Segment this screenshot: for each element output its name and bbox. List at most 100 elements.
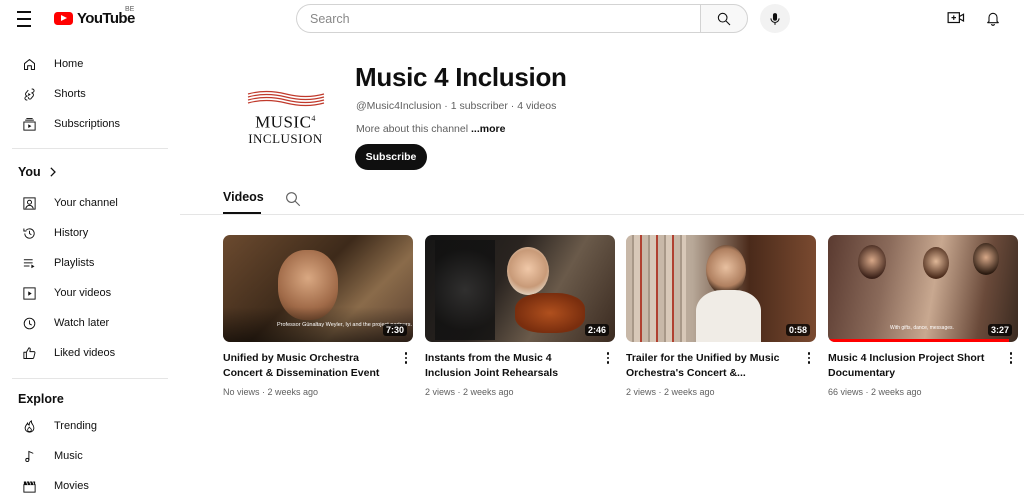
video-card: Professor Günaltay Weyler, Iyi and the p… [223,235,413,397]
country-code: BE [125,6,135,13]
video-meta: No views · 2 weeks ago [223,387,319,397]
video-card: 0:58 Trailer for the Unified by Music Or… [626,235,816,397]
sidebar-item-label: Watch later [54,317,110,329]
channel-logo-text-1: MUSIC4 [255,112,316,132]
more-options-icon[interactable] [806,351,812,365]
notifications-button[interactable] [983,8,1003,28]
video-thumbnail[interactable]: With gifts, dance, messages. 3:27 [828,235,1018,342]
shorts-icon [19,84,39,104]
clapperboard-icon [19,476,39,496]
sidebar-item-label: Home [54,58,84,70]
thumbnail-violin [515,293,585,333]
sidebar-item-your-videos[interactable]: Your videos [12,279,168,307]
sidebar-divider [12,378,168,379]
channel-title: Music 4 Inclusion [355,62,567,92]
watched-progress-bar [828,339,1009,342]
channel-logo-waves [247,90,324,106]
sidebar-item-history[interactable]: History [12,219,168,247]
sidebar-item-watch-later[interactable]: Watch later [12,309,168,337]
sidebar-item-home[interactable]: Home [12,50,168,78]
video-title[interactable]: Trailer for the Unified by Music Orchest… [626,351,798,381]
subscribe-button[interactable]: Subscribe [355,144,427,170]
chevron-right-icon [50,167,56,177]
top-bar: YouTube BE Search [0,0,1024,36]
create-button[interactable] [946,8,966,28]
search-input[interactable]: Search [296,4,701,33]
video-card: 2:46 Instants from the Music 4 Inclusion… [425,235,615,397]
sidebar-item-liked-videos[interactable]: Liked videos [12,339,168,367]
sidebar-item-label: Your channel [54,197,118,209]
channel-avatar: MUSIC4 INCLUSION [233,72,338,162]
search-placeholder: Search [310,11,350,26]
subscriptions-icon [19,114,39,134]
youtube-play-icon [54,11,73,25]
voice-search-button[interactable] [760,4,790,33]
thumbnail-person [923,247,949,279]
channel-about-link[interactable]: More about this channel ...more [356,123,505,135]
video-duration: 0:58 [785,324,810,336]
video-duration: 2:46 [584,324,609,336]
history-icon [19,223,39,243]
sidebar-you-heading[interactable]: You [18,165,56,179]
channel-meta: @Music4Inclusion · 1 subscriber · 4 vide… [356,100,557,112]
more-options-icon[interactable] [403,351,409,365]
sidebar-item-label: History [54,227,89,239]
tabs-divider [180,214,1024,215]
sidebar-divider [12,148,168,149]
video-meta: 2 views · 2 weeks ago [626,387,715,397]
sidebar-item-shorts[interactable]: Shorts [12,80,168,108]
sidebar-item-label: Playlists [54,257,95,269]
video-title[interactable]: Music 4 Inclusion Project Short Document… [828,351,1000,381]
music-note-icon [19,446,39,466]
sidebar-item-label: Music [54,450,83,462]
channel-search-icon[interactable] [284,190,302,208]
home-icon [19,54,39,74]
video-meta: 2 views · 2 weeks ago [425,387,514,397]
sidebar-item-trending[interactable]: Trending [12,412,168,440]
video-duration: 3:27 [987,324,1012,336]
sidebar-item-label: Trending [54,420,98,432]
video-thumbnail[interactable]: 0:58 [626,235,816,342]
sidebar-item-subscriptions[interactable]: Subscriptions [12,110,168,138]
sidebar-item-music[interactable]: Music [12,442,168,470]
video-duration: 7:30 [382,324,407,336]
sidebar-item-label: Shorts [54,88,86,100]
sidebar-item-playlists[interactable]: Playlists [12,249,168,277]
search-icon [717,12,731,25]
bell-icon [987,12,999,26]
sidebar-item-label: Subscriptions [54,118,121,130]
create-video-icon [947,12,965,24]
sidebar-item-movies[interactable]: Movies [12,472,168,496]
thumbnail-bookshelf [626,235,686,342]
video-thumbnail[interactable]: 2:46 [425,235,615,342]
thumbnail-caption: With gifts, dance, messages. [890,325,954,331]
video-title[interactable]: Unified by Music Orchestra Concert & Dis… [223,351,395,381]
sidebar-item-label: Liked videos [54,347,116,359]
channel-logo-text-2: INCLUSION [248,131,323,147]
sidebar-item-label: Movies [54,480,89,492]
thumbnail-music-stand [435,240,495,340]
watch-later-icon [19,313,39,333]
thumbnail-person [858,245,886,279]
video-card: With gifts, dance, messages. 3:27 Music … [828,235,1018,397]
you-heading-label: You [18,165,41,179]
video-thumbnail[interactable]: Professor Günaltay Weyler, Iyi and the p… [223,235,413,342]
microphone-icon [770,12,780,25]
trending-icon [19,416,39,436]
search-button[interactable] [700,4,748,33]
thumbnail-person [973,243,999,275]
sidebar-item-label: Your videos [54,287,112,299]
thumbnail-person [706,245,746,295]
sidebar-item-your-channel[interactable]: Your channel [12,189,168,217]
menu-icon[interactable] [15,9,39,29]
more-options-icon[interactable] [605,351,611,365]
playlists-icon [19,253,39,273]
youtube-logo[interactable]: YouTube [54,9,135,27]
your-channel-icon [19,193,39,213]
video-title[interactable]: Instants from the Music 4 Inclusion Join… [425,351,597,381]
thumbs-up-icon [19,343,39,363]
thumbnail-person [507,247,549,295]
your-videos-icon [19,283,39,303]
tab-videos[interactable]: Videos [223,190,264,204]
more-options-icon[interactable] [1008,351,1014,365]
